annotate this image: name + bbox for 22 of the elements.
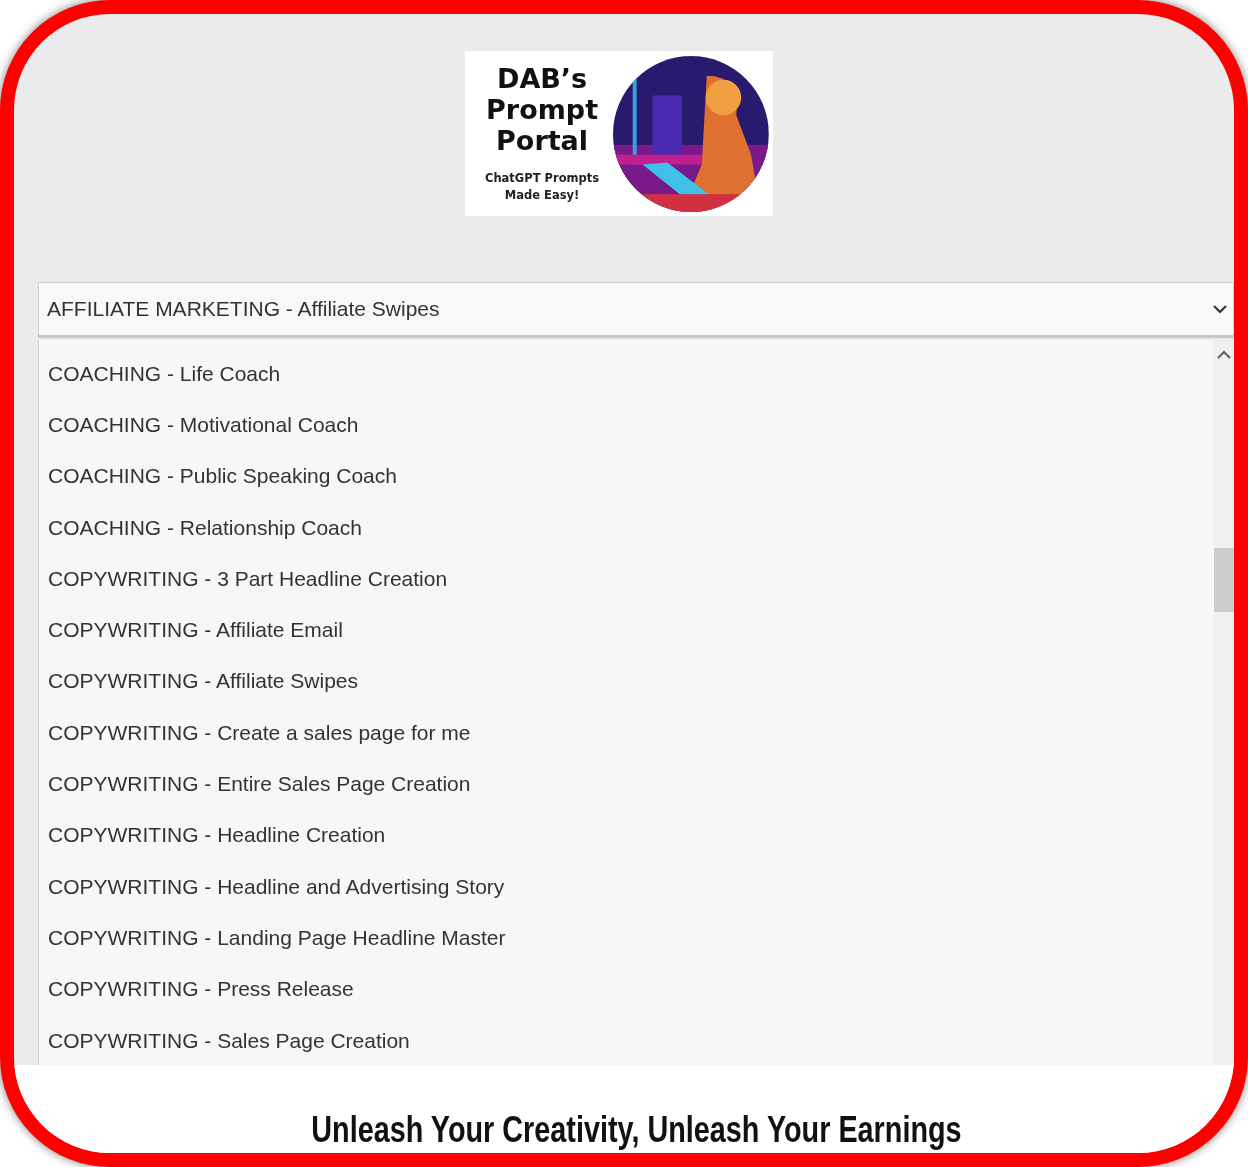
option-item[interactable]: COPYWRITING - Entire Sales Page Creation: [48, 758, 1214, 810]
scrollbar-thumb[interactable]: [1214, 548, 1234, 612]
option-item[interactable]: COACHING - Public Speaking Coach: [48, 450, 1214, 502]
option-item[interactable]: COACHING - Relationship Coach: [48, 501, 1214, 554]
logo-title: DAB’s Prompt Portal: [486, 63, 599, 156]
option-item[interactable]: COPYWRITING - Sales Page Creation: [48, 1014, 1214, 1067]
option-item[interactable]: COACHING - Life Coach: [48, 348, 1214, 400]
logo-tagline: ChatGPT Prompts Made Easy!: [485, 170, 600, 204]
option-item[interactable]: COPYWRITING - Create a sales page for me: [48, 707, 1214, 759]
scroll-up-icon[interactable]: [1217, 350, 1231, 359]
option-item[interactable]: COPYWRITING - Landing Page Headline Master: [48, 912, 1214, 964]
scrollbar[interactable]: [1214, 340, 1234, 1065]
category-select[interactable]: AFFILIATE MARKETING - Affiliate Swipes: [38, 282, 1234, 338]
option-item[interactable]: COPYWRITING - Affiliate Swipes: [48, 655, 1214, 708]
slogan: Unleash Your Creativity, Unleash Your Earnings: [309, 1109, 962, 1151]
option-item[interactable]: COACHING - Motivational Coach: [48, 399, 1214, 451]
option-item[interactable]: COPYWRITING - Headline and Advertising Story: [48, 860, 1214, 913]
option-item[interactable]: COPYWRITING - 3 Part Headline Creation: [48, 553, 1214, 605]
option-item[interactable]: COPYWRITING - Affiliate Email: [48, 604, 1214, 656]
chevron-down-icon: [1213, 304, 1227, 314]
option-item[interactable]: COPYWRITING - Headline Creation: [48, 809, 1214, 861]
option-item[interactable]: COPYWRITING - Press Release: [48, 963, 1214, 1015]
